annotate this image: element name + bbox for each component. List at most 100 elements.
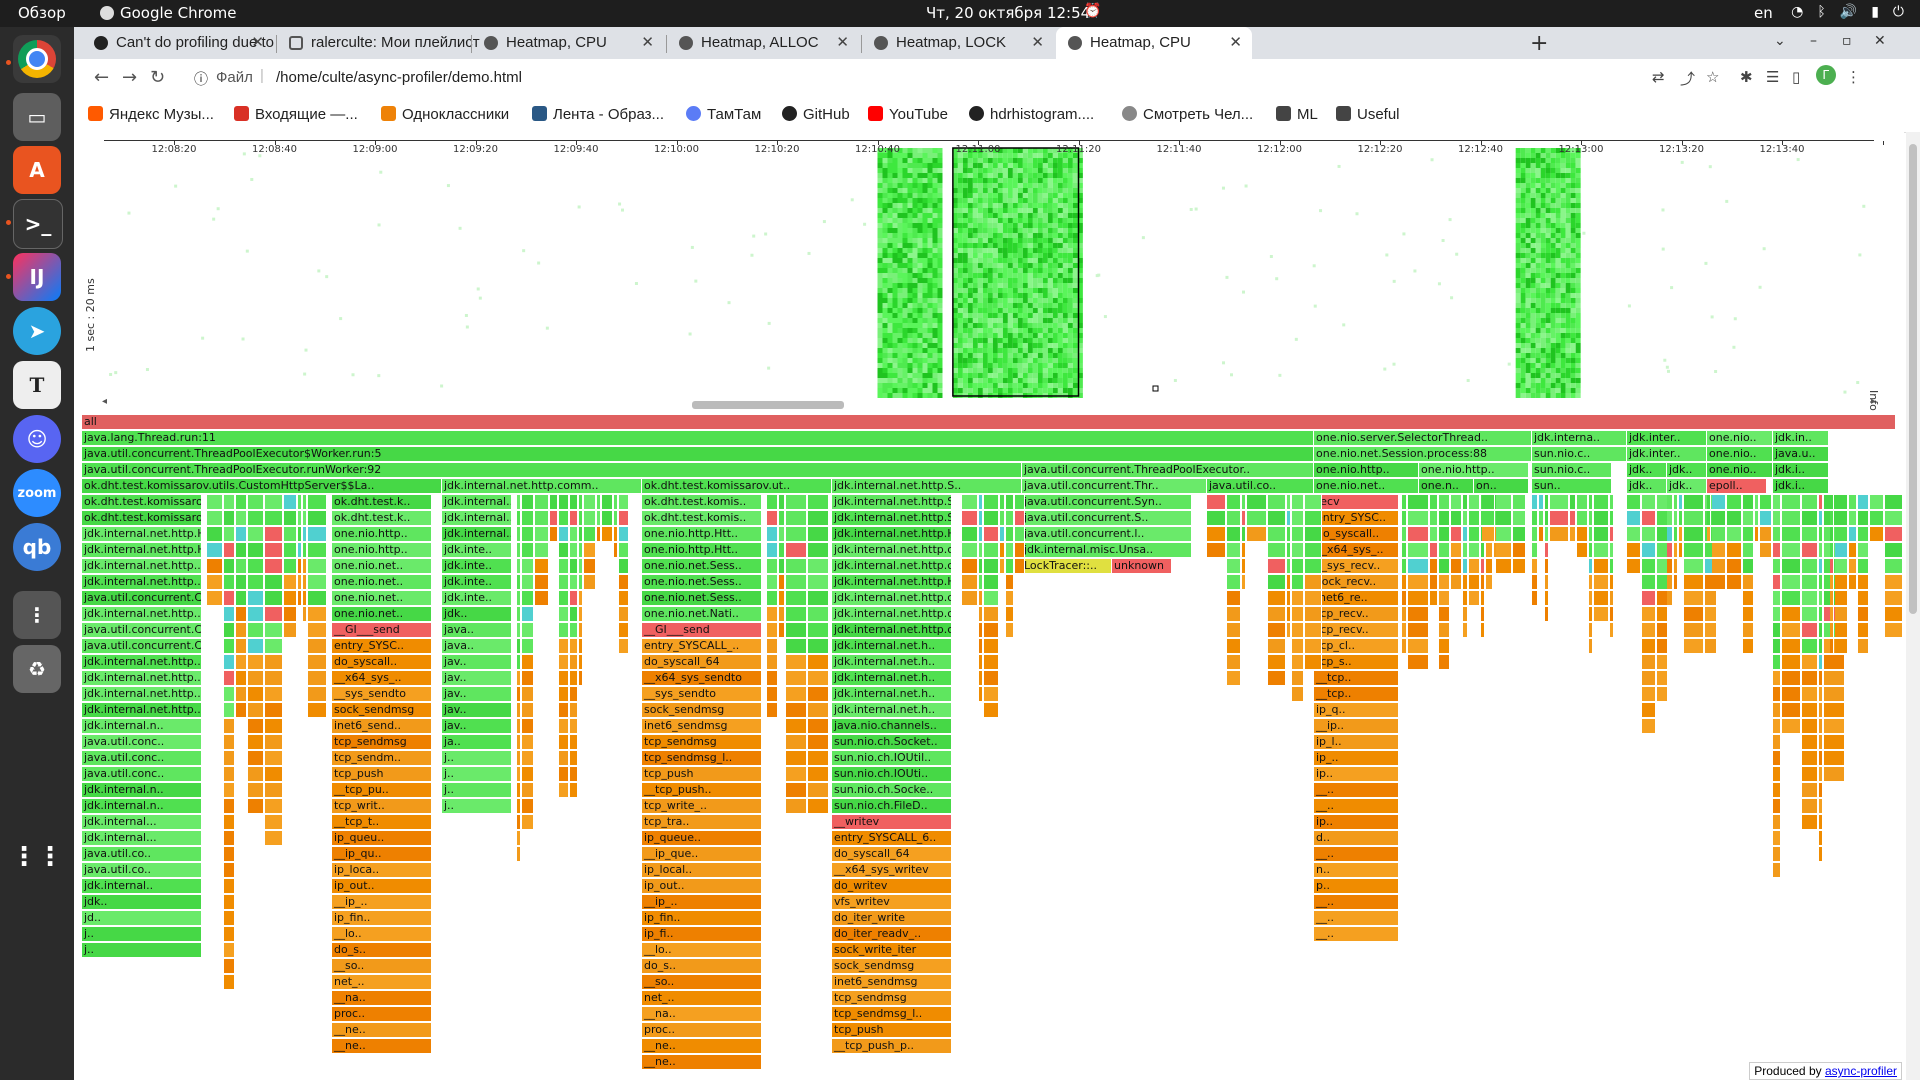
flame-frame[interactable] xyxy=(570,591,578,605)
flame-frame[interactable]: __.. xyxy=(1314,895,1399,909)
flame-frame[interactable]: inet6_send.. xyxy=(332,719,432,733)
bookmark-folder-useful[interactable]: Useful xyxy=(1336,106,1400,123)
flame-frame[interactable] xyxy=(284,495,297,509)
flame-frame[interactable]: one.nio.http.. xyxy=(1314,463,1419,477)
flame-frame[interactable] xyxy=(1824,703,1845,717)
flame-frame[interactable]: jdk.i.. xyxy=(1773,479,1829,493)
flame-frame[interactable]: sock_sendmsg xyxy=(642,703,762,717)
flame-frame[interactable] xyxy=(1408,543,1429,557)
flame-frame[interactable] xyxy=(1292,639,1304,653)
flame-frame[interactable] xyxy=(767,559,778,573)
flame-frame[interactable] xyxy=(786,575,807,589)
flame-frame[interactable] xyxy=(1015,527,1025,541)
flame-frame[interactable] xyxy=(1885,559,1903,573)
flame-frame[interactable] xyxy=(786,783,807,797)
new-tab-button[interactable]: + xyxy=(1530,31,1548,56)
flame-frame[interactable]: proc.. xyxy=(332,1007,432,1021)
flame-frame[interactable] xyxy=(1684,623,1704,637)
flame-frame[interactable]: do_syscall.. xyxy=(1314,527,1399,541)
flame-frame[interactable] xyxy=(1227,639,1241,653)
flame-frame[interactable] xyxy=(962,495,978,509)
flame-frame[interactable] xyxy=(1824,687,1845,701)
flame-frame[interactable]: one.nio.http.. xyxy=(332,543,432,557)
flame-frame[interactable] xyxy=(248,655,264,669)
flame-frame[interactable]: ip.. xyxy=(1314,767,1399,781)
flame-frame[interactable]: java.util.conc.. xyxy=(82,735,202,749)
flame-frame[interactable] xyxy=(786,607,807,621)
flame-frame[interactable]: one.nio.. xyxy=(1707,431,1773,445)
flame-frame[interactable] xyxy=(1430,511,1438,525)
flame-frame[interactable]: recv xyxy=(1314,495,1399,509)
flame-frame[interactable]: j.. xyxy=(82,927,202,941)
flame-frame[interactable] xyxy=(1408,511,1429,525)
flame-frame[interactable] xyxy=(284,559,297,573)
flame-frame[interactable] xyxy=(265,751,283,765)
flame-frame[interactable] xyxy=(1727,543,1742,557)
flame-frame[interactable] xyxy=(619,639,629,653)
flame-frame[interactable] xyxy=(614,543,618,557)
flame-frame[interactable] xyxy=(1657,623,1668,637)
flame-frame[interactable] xyxy=(517,751,521,765)
flame-frame[interactable] xyxy=(570,655,578,669)
flame-frame[interactable] xyxy=(767,671,778,685)
flame-frame[interactable] xyxy=(1481,543,1485,557)
flame-frame[interactable] xyxy=(1481,623,1485,637)
flame-frame[interactable] xyxy=(1589,511,1593,525)
flame-frame[interactable]: ip_local.. xyxy=(642,863,762,877)
flame-frame[interactable] xyxy=(248,511,264,525)
flame-frame[interactable]: java.lang.Thread.run:11 xyxy=(82,431,1314,445)
flame-frame[interactable] xyxy=(1292,655,1304,669)
flame-frame[interactable]: j.. xyxy=(442,751,512,765)
flame-frame[interactable] xyxy=(1835,591,1848,605)
flame-frame[interactable] xyxy=(236,623,247,637)
flame-frame[interactable] xyxy=(1207,511,1226,525)
flame-frame[interactable] xyxy=(984,495,999,509)
flame-frame[interactable] xyxy=(579,511,583,525)
flame-frame[interactable]: __.. xyxy=(1314,847,1399,861)
terminal-icon[interactable]: >_ xyxy=(13,199,63,249)
flame-frame[interactable] xyxy=(308,575,327,589)
flame-frame[interactable] xyxy=(779,591,785,605)
flame-frame[interactable] xyxy=(1292,559,1304,573)
flame-frame[interactable] xyxy=(1430,527,1438,541)
flame-frame[interactable] xyxy=(522,591,534,605)
flame-frame[interactable] xyxy=(1684,639,1704,653)
flame-frame[interactable] xyxy=(786,591,807,605)
flame-frame[interactable] xyxy=(517,639,521,653)
flame-frame[interactable] xyxy=(1819,767,1823,781)
flame-frame[interactable] xyxy=(1577,543,1588,557)
flame-frame[interactable] xyxy=(1287,543,1291,557)
flame-frame[interactable]: ip_q.. xyxy=(1314,703,1399,717)
flame-frame[interactable] xyxy=(979,687,983,701)
flame-root[interactable]: all xyxy=(82,415,1896,429)
flame-frame[interactable] xyxy=(779,607,785,621)
flame-frame[interactable] xyxy=(224,687,235,701)
flame-frame[interactable]: __.. xyxy=(1314,799,1399,813)
flame-frame[interactable]: do_syscall_64 xyxy=(642,655,762,669)
flame-frame[interactable] xyxy=(236,671,247,685)
flame-frame[interactable]: one.nio.http.. xyxy=(1419,463,1529,477)
flame-frame[interactable] xyxy=(517,607,521,621)
flame-frame[interactable] xyxy=(1006,607,1014,621)
flame-frame[interactable] xyxy=(1835,527,1848,541)
flame-frame[interactable] xyxy=(1819,799,1823,813)
flame-frame[interactable] xyxy=(224,719,235,733)
flame-frame[interactable] xyxy=(1227,623,1241,637)
flame-frame[interactable] xyxy=(786,655,807,669)
flame-frame[interactable] xyxy=(248,623,264,637)
flame-frame[interactable] xyxy=(808,783,829,797)
flame-frame[interactable] xyxy=(1830,527,1834,541)
flame-frame[interactable] xyxy=(207,575,223,589)
flame-frame[interactable]: __na.. xyxy=(332,991,432,1005)
flame-frame[interactable] xyxy=(265,671,283,685)
flame-frame[interactable] xyxy=(1830,495,1834,509)
flame-frame[interactable] xyxy=(535,575,549,589)
flame-frame[interactable]: ip_l.. xyxy=(1314,735,1399,749)
flame-frame[interactable] xyxy=(786,527,807,541)
flame-frame[interactable] xyxy=(1513,543,1526,557)
flame-frame[interactable] xyxy=(767,591,778,605)
flame-frame[interactable] xyxy=(248,607,264,621)
flame-frame[interactable]: jav.. xyxy=(442,687,512,701)
flame-frame[interactable] xyxy=(303,543,307,557)
flame-frame[interactable] xyxy=(1760,543,1772,557)
